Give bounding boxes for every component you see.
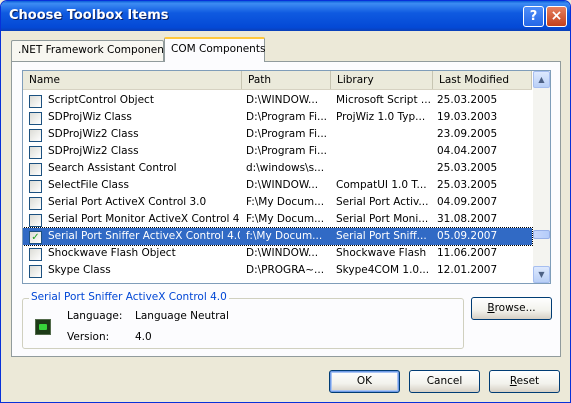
cell-last-modified: 23.09.2005 [437,128,498,140]
cell-path: F:\My Docum... [246,213,325,225]
cell-name: SDProjWiz2 Class [48,145,139,157]
window-title: Choose Toolbox Items [9,8,169,23]
cell-last-modified: 11.06.2007 [437,247,498,259]
row-checkbox[interactable] [29,146,42,159]
cell-path: D:\Program Fi... [246,128,328,140]
browse-button[interactable]: Browse... [471,297,552,320]
table-row[interactable]: Skype Class D:\PROGRA~... Skype4COM 1.0...… [23,262,532,279]
table-row[interactable]: Serial Port Monitor ActiveX Control 4.0 F… [23,211,532,228]
ok-button[interactable]: OK [329,370,400,393]
cell-library: Serial Port Moni... [336,213,429,225]
version-value: 4.0 [135,331,152,343]
cell-last-modified: 04.09.2007 [437,196,498,208]
cell-last-modified: 31.08.2007 [437,213,498,225]
cell-last-modified: 25.03.2005 [437,162,498,174]
cell-name: Serial Port ActiveX Control 3.0 [48,196,207,208]
cell-library: Serial Port Activ... [336,196,429,208]
browse-label-post: rowse... [494,302,536,314]
row-checkbox[interactable] [29,129,42,142]
cell-library [336,143,434,160]
component-details-title: Serial Port Sniffer ActiveX Control 4.0 [29,291,229,303]
cell-path: D:\Program Fi... [246,111,328,123]
table-row[interactable]: SelectFile Class D:\WINDOW... CompatUI 1.0… [23,177,532,194]
browse-label-accel: B [487,302,495,314]
cell-path: D:\WINDOW... [246,247,319,259]
cell-path: D:\PROGRA~... [246,264,325,276]
cell-last-modified: 05.09.2007 [437,230,498,242]
table-row[interactable]: SDProjWiz Class D:\Program Fi... ProjWiz 1… [23,109,532,126]
table-row[interactable]: Serial Port ActiveX Control 3.0 F:\My Doc… [23,194,532,211]
cell-name: Serial Port Monitor ActiveX Control 4.0 [48,213,240,225]
row-checkbox[interactable] [29,248,42,261]
cell-name: Skype Class [48,264,111,276]
cell-path: d:\windows\s... [246,162,325,174]
table-row[interactable]: ScriptControl Object D:\WINDOW... Microsof… [23,92,532,109]
cell-name: Shockwave Flash Object [48,247,176,259]
cell-library: Skype4COM 1.0... [336,264,430,276]
scroll-up-icon[interactable]: ▲ [533,71,550,88]
list-header: Name Path Library Last Modified [23,71,532,90]
cell-library: Serial Port Sniff... [336,230,427,242]
table-row[interactable]: Shockwave Flash Object D:\WINDOW... Shockw… [23,245,532,262]
scroll-thumb[interactable] [533,230,550,239]
reset-label-accel: R [509,375,517,387]
scroll-down-icon[interactable]: ▼ [533,266,550,283]
cell-name: Serial Port Sniffer ActiveX Control 4.0 [48,230,240,242]
cell-last-modified: 04.04.2007 [437,145,498,157]
row-checkbox[interactable] [29,163,42,176]
row-checkbox[interactable]: ✓ [29,231,42,244]
help-button[interactable]: ? [523,6,544,27]
cell-last-modified: 12.01.2007 [437,264,498,276]
row-checkbox[interactable] [29,265,42,278]
cell-path: f:\My Docum... [246,230,323,242]
language-value: Language Neutral [135,310,229,322]
column-header-last-modified[interactable]: Last Modified [433,71,532,89]
cancel-button[interactable]: Cancel [409,370,480,393]
com-components-list[interactable]: Name Path Library Last Modified ScriptCo… [22,70,551,284]
row-checkbox[interactable] [29,180,42,193]
table-row[interactable]: SDProjWiz2 Class D:\Program Fi... 23.09.20… [23,126,532,143]
row-checkbox[interactable] [29,112,42,125]
tab-net-framework-components[interactable]: .NET Framework Components [11,40,173,61]
language-label: Language: [67,310,123,322]
cell-path: D:\Program Fi... [246,145,328,157]
column-header-name[interactable]: Name [23,71,242,89]
table-row[interactable]: SDProjWiz2 Class D:\Program Fi... 04.04.20… [23,143,532,160]
cell-name: SDProjWiz Class [48,111,132,123]
version-label: Version: [67,331,110,343]
close-button[interactable]: × [546,6,567,27]
reset-button[interactable]: Reset [489,370,560,393]
column-header-path[interactable]: Path [242,71,331,89]
cell-last-modified: 25.03.2005 [437,94,498,106]
cell-library: Shockwave Flash [336,247,427,259]
reset-label-post: eset [516,375,540,387]
cell-library [336,160,434,177]
cell-library [336,126,434,143]
cell-path: F:\My Docum... [246,196,325,208]
cell-path: D:\WINDOW... [246,179,319,191]
cell-name: SDProjWiz2 Class [48,128,139,140]
cell-last-modified: 19.03.2003 [437,111,498,123]
cell-path: D:\WINDOW... [246,94,319,106]
cell-library: CompatUI 1.0 T... [336,179,427,191]
table-row[interactable]: Search Assistant Control d:\windows\s... 2… [23,160,532,177]
cell-library: ProjWiz 1.0 Typ... [336,111,426,123]
vertical-scrollbar[interactable]: ▲ ▼ [533,71,550,283]
row-checkbox[interactable] [29,197,42,210]
column-header-library[interactable]: Library [331,71,433,89]
row-checkbox[interactable] [29,214,42,227]
activex-component-icon [35,319,51,335]
choose-toolbox-items-dialog: Choose Toolbox Items ? × .NET Framework … [0,0,571,403]
title-bar[interactable]: Choose Toolbox Items ? × [1,1,570,31]
cell-name: SelectFile Class [48,179,129,191]
row-checkbox[interactable] [29,95,42,108]
cell-name: Search Assistant Control [48,162,177,174]
table-row[interactable]: ✓ Serial Port Sniffer ActiveX Control 4.0… [23,227,533,246]
cell-library: Microsoft Script ... [336,94,431,106]
cell-last-modified: 25.03.2005 [437,179,498,191]
tab-com-components[interactable]: COM Components [164,37,265,62]
cell-name: ScriptControl Object [48,94,154,106]
